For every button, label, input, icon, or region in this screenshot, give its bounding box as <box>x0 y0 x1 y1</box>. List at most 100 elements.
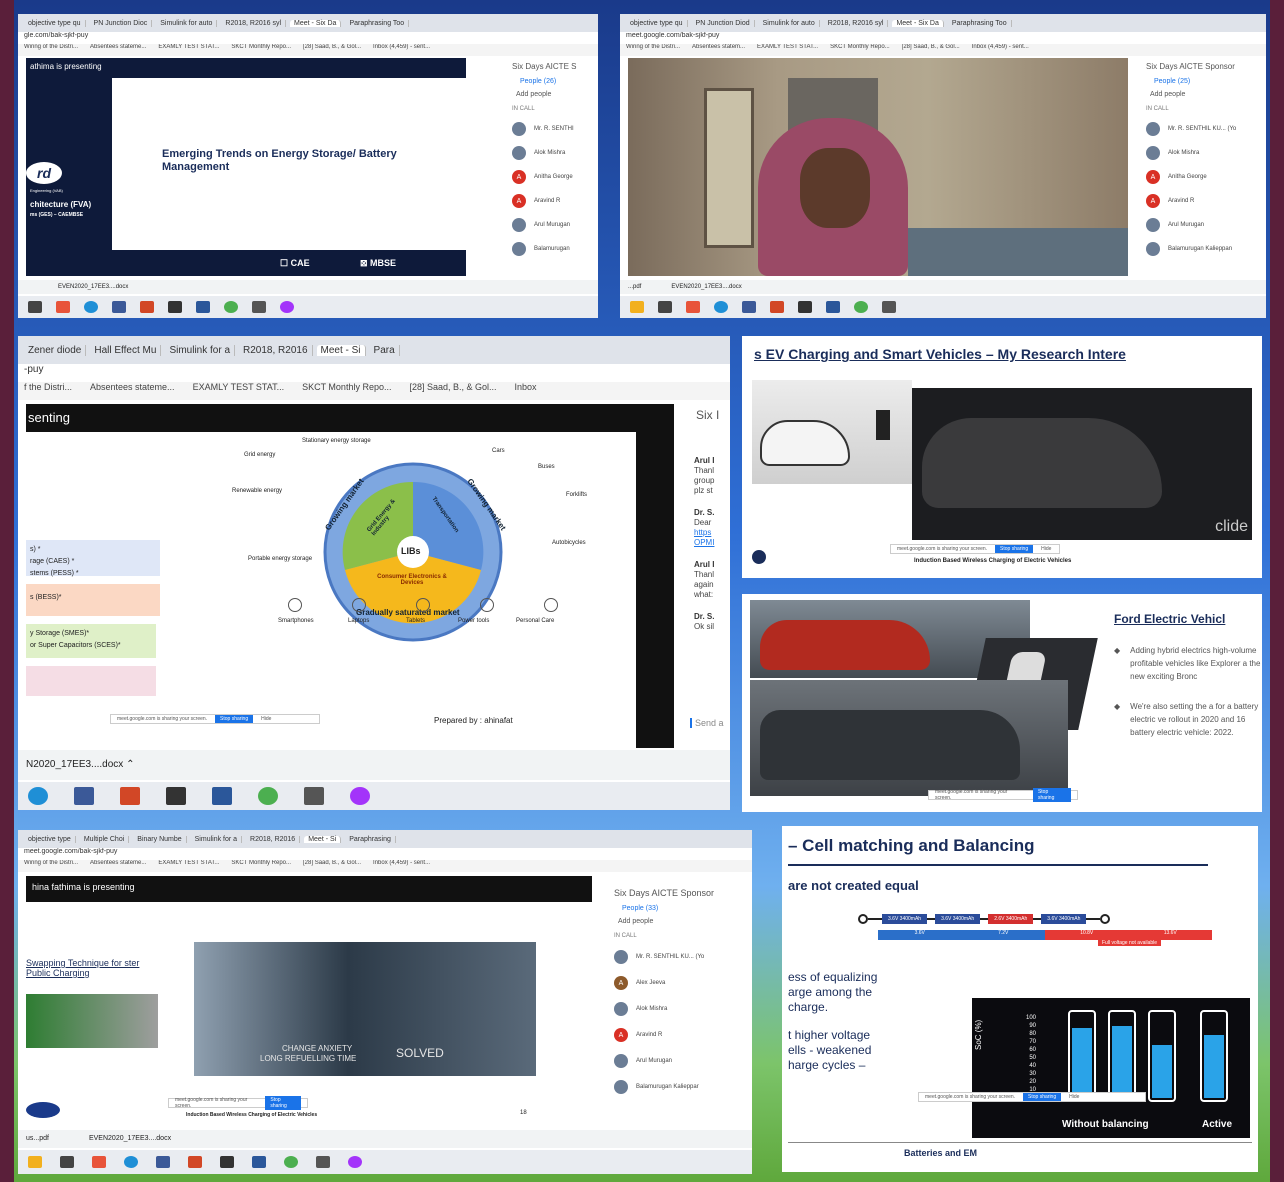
add-people-button[interactable]: Add people <box>506 88 598 101</box>
browser-tab[interactable]: Paraphrasing <box>345 835 396 843</box>
download-item[interactable]: EVEN2020_17EE3....docx <box>58 284 128 290</box>
bookmark[interactable]: Wiring of the Distri... <box>24 860 78 872</box>
bookmark[interactable]: f the Distri... <box>24 382 72 400</box>
browser-tab[interactable]: Simulink for auto <box>156 19 218 27</box>
participant-row[interactable]: Mr. R. SENTHI <box>506 117 598 141</box>
participant-row[interactable]: A Alex Jeeva <box>608 970 752 996</box>
photos-icon[interactable] <box>166 787 186 805</box>
edge-icon[interactable] <box>124 1156 138 1168</box>
browser-tab-meet[interactable]: Meet - Six Da <box>290 19 342 27</box>
bookmark[interactable]: Absentees stateme... <box>90 44 146 56</box>
browser-tab[interactable]: PN Junction Dioc <box>90 19 153 27</box>
edge-icon[interactable] <box>714 301 728 313</box>
play-icon[interactable] <box>752 550 766 564</box>
browser-tab[interactable]: Binary Numbe <box>133 835 187 843</box>
participant-row[interactable]: Mr. R. SENTHIL KU... (Yo <box>1140 117 1266 141</box>
chrome-icon[interactable] <box>854 301 868 313</box>
app-icon[interactable] <box>56 301 70 313</box>
add-people-button[interactable]: Add people <box>1140 88 1266 101</box>
bookmark[interactable]: Wiring of the Distri... <box>626 44 680 56</box>
bookmark[interactable]: SKCT Monthly Repo... <box>302 382 391 400</box>
word-icon[interactable] <box>196 301 210 313</box>
browser-tab-meet[interactable]: Meet - Six Da <box>892 19 944 27</box>
powerpoint-icon[interactable] <box>140 301 154 313</box>
stop-sharing-button[interactable]: Stop sharing <box>215 715 254 723</box>
k7-icon[interactable] <box>882 301 896 313</box>
people-tab[interactable]: People (25) <box>1140 75 1266 88</box>
chat-link[interactable]: https <box>694 528 711 537</box>
photos-icon[interactable] <box>168 301 182 313</box>
bookmark[interactable]: [28] Saad, B., & Gol... <box>409 382 496 400</box>
hide-button[interactable]: Hide <box>1041 546 1051 552</box>
download-item[interactable]: N2020_17EE3....docx <box>26 759 123 770</box>
people-tab[interactable]: People (33) <box>608 902 752 915</box>
bookmark[interactable]: [28] Saad, B., & Gol... <box>303 860 361 872</box>
edge-icon[interactable] <box>28 787 48 805</box>
browser-tab[interactable]: R2018, R2016 <box>246 835 301 843</box>
powerpoint-icon[interactable] <box>188 1156 202 1168</box>
bookmark[interactable]: Absentees statem... <box>692 44 745 56</box>
browser-tab[interactable]: PN Junction Diod <box>692 19 755 27</box>
browser-tab[interactable]: objective type qu <box>626 19 688 27</box>
browser-tab[interactable]: Multiple Choi <box>80 835 130 843</box>
participant-row[interactable]: Balamurugan <box>506 237 598 261</box>
browser-tab-meet[interactable]: Meet - Si <box>316 344 366 356</box>
messenger-icon[interactable] <box>280 301 294 313</box>
bookmark[interactable]: SKCT Monthly Repo... <box>231 44 291 56</box>
participant-row[interactable]: A Aravind R <box>608 1022 752 1048</box>
folder-icon[interactable] <box>630 301 644 313</box>
folder-icon[interactable] <box>28 1156 42 1168</box>
bookmark[interactable]: Inbox (4,459) - sent... <box>373 44 430 56</box>
stop-sharing-button[interactable]: Stop sharing <box>265 1096 301 1110</box>
stop-sharing-button[interactable]: Stop sharing <box>995 545 1034 553</box>
participant-row[interactable]: Arul Murugan <box>1140 213 1266 237</box>
browser-tab[interactable]: Para <box>370 344 400 356</box>
facebook-icon[interactable] <box>742 301 756 313</box>
browser-tab[interactable]: Simulink for a <box>191 835 243 843</box>
download-item[interactable]: EVEN2020_17EE3....docx <box>671 280 741 294</box>
word-icon[interactable] <box>826 301 840 313</box>
participant-row[interactable]: Alok Mishra <box>1140 141 1266 165</box>
browser-tab[interactable]: R2018, R2016 syl <box>221 19 287 27</box>
bookmark[interactable]: EXAMLY TEST STAT... <box>757 44 818 56</box>
word-icon[interactable] <box>252 1156 266 1168</box>
people-tab[interactable]: People (26) <box>506 75 598 88</box>
bookmark[interactable]: SKCT Monthly Repo... <box>231 860 291 872</box>
stop-sharing-button[interactable]: Stop sharing <box>1023 1093 1062 1101</box>
powerpoint-icon[interactable] <box>770 301 784 313</box>
address-bar[interactable]: -puy <box>18 364 730 382</box>
bookmark[interactable]: Absentees stateme... <box>90 382 175 400</box>
add-people-button[interactable]: Add people <box>608 915 752 928</box>
browser-tab[interactable]: objective type qu <box>24 19 86 27</box>
photos-icon[interactable] <box>220 1156 234 1168</box>
chrome-icon[interactable] <box>284 1156 298 1168</box>
camera-icon[interactable] <box>60 1156 74 1168</box>
bookmark[interactable]: SKCT Monthly Repo... <box>830 44 890 56</box>
bookmark[interactable]: EXAMLY TEST STAT... <box>158 44 219 56</box>
participant-row[interactable]: Mr. R. SENTHIL KU... (Yo <box>608 944 752 970</box>
bookmark[interactable]: Inbox <box>515 382 537 400</box>
chat-link[interactable]: OPMI <box>694 538 714 547</box>
app-icon[interactable] <box>686 301 700 313</box>
address-bar[interactable]: meet.google.com/bak-sjkf-puy <box>620 32 1266 44</box>
participant-row[interactable]: Balamurugan Kalieppan <box>1140 237 1266 261</box>
participant-row[interactable]: Arul Murugan <box>608 1048 752 1074</box>
browser-tab[interactable]: Simulink for auto <box>759 19 820 27</box>
participant-row[interactable]: A Aravind R <box>506 189 598 213</box>
browser-tab[interactable]: objective type <box>24 835 76 843</box>
bookmark[interactable]: Inbox (4,459) - sent... <box>373 860 430 872</box>
camera-icon[interactable] <box>28 301 42 313</box>
download-item[interactable]: ...pdf <box>628 280 641 294</box>
browser-tab[interactable]: R2018, R2016 <box>239 344 313 356</box>
powerpoint-icon[interactable] <box>120 787 140 805</box>
facebook-icon[interactable] <box>74 787 94 805</box>
hide-button[interactable]: Hide <box>261 716 271 722</box>
browser-tab[interactable]: Zener diode <box>24 344 87 356</box>
facebook-icon[interactable] <box>112 301 126 313</box>
participant-row[interactable]: A Anitha George <box>506 165 598 189</box>
download-item[interactable]: EVEN2020_17EE3....docx <box>89 1130 171 1148</box>
browser-tab-meet[interactable]: Meet - Si <box>304 835 342 843</box>
browser-tab[interactable]: Paraphrasing Too <box>948 19 1012 27</box>
address-bar[interactable]: gle.com/bak-sjkf-puy <box>18 32 598 44</box>
bookmark[interactable]: Wiring of the Distri... <box>24 44 78 56</box>
